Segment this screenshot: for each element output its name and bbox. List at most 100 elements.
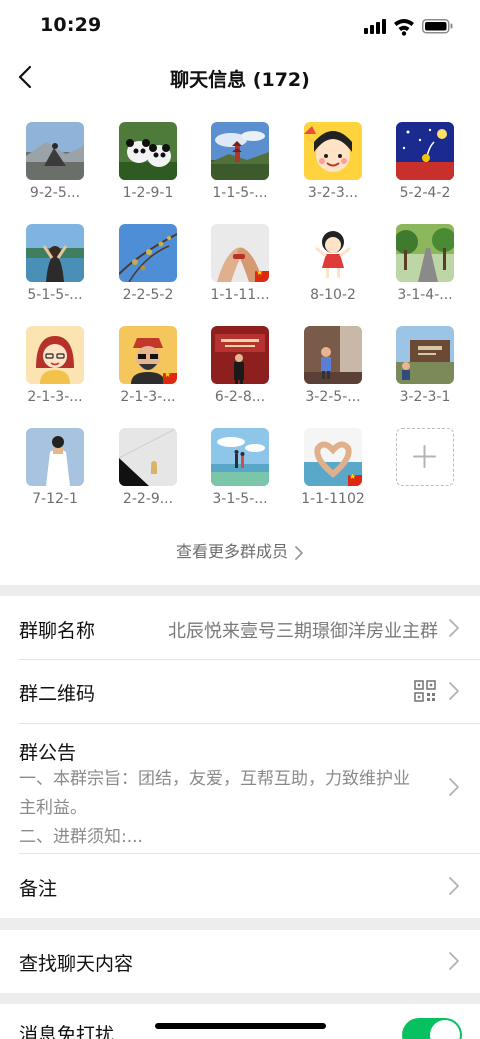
page-title: 聊天信息 (172) [170,69,310,91]
member-name: 5-1-5-... [27,287,83,303]
member-name: 9-2-5... [29,185,81,201]
status-icons [364,16,454,36]
chevron-right-icon [449,952,459,970]
member-item[interactable]: 3-2-3... [293,122,373,218]
member-name: 1-2-9-1 [122,185,174,201]
member-item[interactable]: 7-12-1 [15,428,95,524]
member-item[interactable]: 3-2-3-1 [385,326,465,422]
chevron-right-icon [449,682,459,700]
announcement-line: 主利益。 [19,798,87,818]
chevron-right-icon [449,619,459,637]
mute-notifications-toggle[interactable] [402,1018,462,1039]
member-item[interactable]: 3-1-5-... [200,428,280,524]
search-history-section: 查找聊天内容 [0,930,480,993]
add-member-button[interactable] [396,428,454,486]
member-item[interactable]: 1-1-1102 [293,428,373,524]
member-item[interactable]: 9-2-5... [15,122,95,218]
group-announcement-row[interactable]: 群公告 一、本群宗旨：团结，友爱，互帮互助，力致维护业 主利益。 二、进群须知:… [0,724,480,853]
member-item[interactable]: 2-1-3-... [15,326,95,422]
member-avatar [26,326,84,384]
member-name: 8-10-2 [310,287,356,303]
view-more-members-label: 查看更多群成员 [175,542,288,561]
member-avatar [26,224,84,282]
member-avatar [304,224,362,282]
beach-couple-photo-icon [211,428,269,486]
member-item[interactable]: 1-1-5-... [200,122,280,218]
member-item[interactable]: 2-2-5-2 [108,224,188,320]
wall-shadow-photo-icon [119,428,177,486]
member-name: 1-1-11... [210,287,270,303]
chevron-right-icon [449,877,459,895]
member-item[interactable]: 3-2-5-... [293,326,373,422]
mountain-person-photo-icon [26,122,84,180]
member-avatar [211,122,269,180]
china-flag-icon [348,472,362,486]
member-name: 2-2-5-2 [122,287,174,303]
chevron-right-icon [295,545,303,560]
china-flag-icon [255,268,269,282]
member-name: 6-2-8... [214,389,266,405]
remark-row[interactable]: 备注 [0,854,480,918]
qr-code-icon [414,680,436,702]
member-name: 3-2-3... [307,185,359,201]
group-settings-section: 群聊名称 北辰悦来壹号三期璟御洋房业主群 群二维码 群公告 一、本群宗旨：团结，… [0,596,480,918]
search-chat-history-row[interactable]: 查找聊天内容 [0,930,480,993]
plus-icon [413,445,436,468]
pagoda-landscape-photo-icon [211,122,269,180]
group-name-row[interactable]: 群聊名称 北辰悦来壹号三期璟御洋房业主群 [0,596,480,659]
member-name: 3-1-5-... [212,491,268,507]
child-indoor-photo-icon [304,326,362,384]
cartoon-woman-avatar-icon [26,326,84,384]
announcement-line: 一、本群宗旨：团结，友爱，互帮互助，力致维护业 [19,769,410,789]
member-name: 1-1-5-... [212,185,268,201]
member-avatar [26,122,84,180]
panda-photo-icon [119,122,177,180]
member-item[interactable]: 6-2-8... [200,326,280,422]
member-name: 3-1-4-... [397,287,453,303]
branches-sky-photo-icon [119,224,177,282]
man-white-shirt-illustration-icon [26,428,84,486]
mute-notifications-label: 消息免打扰 [19,1024,115,1039]
member-name: 1-1-1102 [301,491,365,507]
china-flag-icon [163,370,177,384]
member-name: 2-1-3-... [27,389,83,405]
member-item[interactable]: 1-1-11... [200,224,280,320]
member-item[interactable]: 8-10-2 [293,224,373,320]
member-item[interactable]: 5-2-4-2 [385,122,465,218]
member-avatar [396,122,454,180]
members-panel: 9-2-5... 1-2-9-1 1-1-5-... 3-2-3... 5-2-4-2 5… [0,102,480,585]
cartoon-girl-jumping-icon [304,224,362,282]
woman-at-lake-photo-icon [26,224,84,282]
member-item[interactable]: 5-1-5-... [15,224,95,320]
cartoon-girl-photo-icon [304,122,362,180]
home-indicator [155,1023,326,1029]
member-avatar [211,224,269,282]
member-avatar [119,224,177,282]
remark-label: 备注 [19,878,58,900]
group-announcement-label: 群公告 [19,742,77,764]
member-avatar [396,224,454,282]
group-name-label: 群聊名称 [19,620,96,642]
toggle-knob [430,1020,460,1039]
group-qr-code-row[interactable]: 群二维码 [0,660,480,723]
night-sky-drawing-icon [396,122,454,180]
member-avatar [396,326,454,384]
member-name: 2-1-3-... [120,389,176,405]
member-item[interactable]: 2-1-3-... [108,326,188,422]
member-avatar [211,428,269,486]
status-time: 10:29 [40,14,102,36]
member-item[interactable]: 1-2-9-1 [108,122,188,218]
member-avatar [119,428,177,486]
member-avatar [119,122,177,180]
member-item[interactable]: 2-2-9... [108,428,188,524]
member-avatar [304,326,362,384]
member-avatar [304,122,362,180]
group-qr-code-label: 群二维码 [19,683,96,705]
member-avatar [211,326,269,384]
member-avatar [119,326,177,384]
view-more-members-link[interactable]: 查看更多群成员 [0,538,480,562]
member-item[interactable]: 3-1-4-... [385,224,465,320]
search-chat-history-label: 查找聊天内容 [19,953,134,975]
group-name-value: 北辰悦来壹号三期璟御洋房业主群 [168,621,438,642]
member-avatar [304,428,362,486]
